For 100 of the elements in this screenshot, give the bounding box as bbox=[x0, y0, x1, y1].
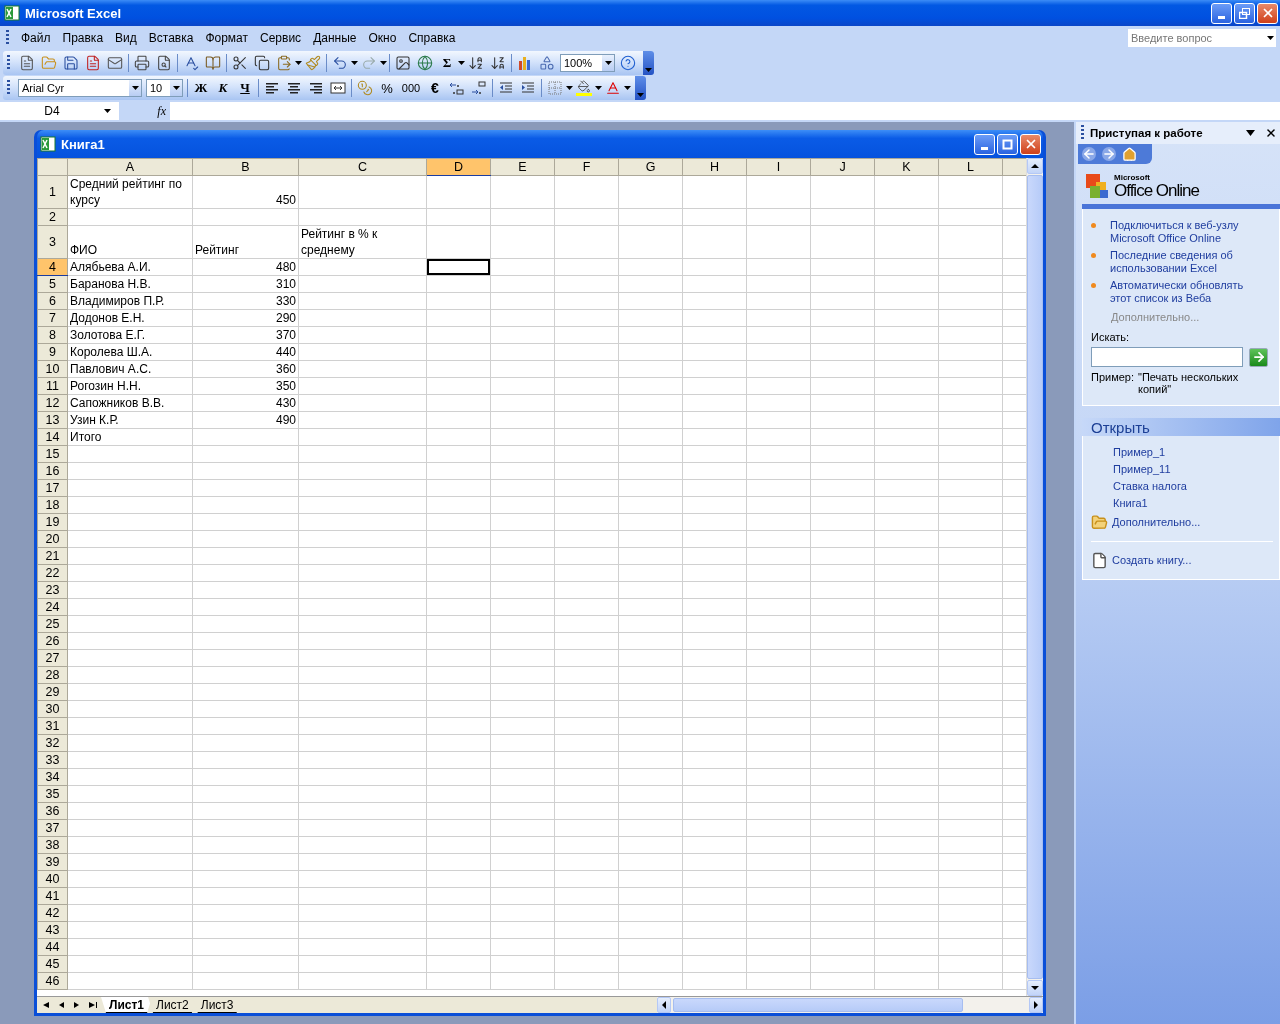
column-header[interactable]: L bbox=[938, 158, 1003, 176]
file-link[interactable]: Пример_11 bbox=[1113, 463, 1263, 476]
table-cell: Рейтинг bbox=[192, 225, 299, 259]
forward-icon[interactable] bbox=[1102, 147, 1116, 161]
bullet-icon bbox=[1091, 253, 1096, 258]
column-header[interactable]: A bbox=[67, 158, 193, 176]
euro-button[interactable]: € bbox=[424, 77, 446, 99]
bullet-icon bbox=[1091, 283, 1096, 288]
autosum-button[interactable]: Σ bbox=[436, 52, 458, 74]
printer-icon bbox=[134, 55, 150, 71]
menu-item[interactable]: Правка bbox=[56, 29, 110, 47]
example-text: "Печать нескольких копий" bbox=[1138, 371, 1240, 395]
row-header[interactable]: 3 bbox=[37, 225, 68, 259]
scroll-right-button[interactable] bbox=[1029, 997, 1043, 1013]
column-header[interactable]: G bbox=[618, 158, 683, 176]
menu-item[interactable]: Вид bbox=[109, 29, 143, 47]
font-combo[interactable]: Arial Cyr bbox=[18, 79, 142, 97]
table-cell: 360 bbox=[192, 360, 299, 378]
redo-icon bbox=[361, 55, 377, 71]
close-button[interactable] bbox=[1020, 133, 1041, 155]
help-field[interactable]: Введите вопрос bbox=[1128, 29, 1264, 47]
task-pane-title: Приступая к работе bbox=[1090, 127, 1204, 139]
home-icon[interactable] bbox=[1122, 146, 1137, 162]
column-header[interactable]: F bbox=[554, 158, 619, 176]
caret-icon bbox=[351, 61, 358, 65]
horizontal-scrollbar[interactable] bbox=[657, 997, 1043, 1013]
italic-button[interactable]: К bbox=[212, 77, 234, 99]
table-cell: 350 bbox=[192, 377, 299, 395]
table-cell: 290 bbox=[192, 309, 299, 327]
file-link[interactable]: Пример_1 bbox=[1113, 446, 1263, 459]
file-link[interactable]: Книга1 bbox=[1113, 497, 1263, 510]
search-field[interactable] bbox=[1091, 347, 1243, 367]
link[interactable]: Автоматически обновлять этот список из Веба bbox=[1110, 279, 1260, 305]
globe-icon bbox=[417, 55, 433, 71]
dropdown-button[interactable] bbox=[1264, 29, 1276, 47]
table-cell: Рейтинг в % к среднему bbox=[298, 225, 427, 259]
scroll-down-button[interactable] bbox=[1027, 980, 1043, 996]
scroll-left-button[interactable] bbox=[657, 997, 671, 1013]
restore-button[interactable] bbox=[1234, 2, 1255, 24]
table-cell: Итого bbox=[67, 428, 193, 446]
zoom-combo[interactable]: 100% bbox=[560, 54, 615, 72]
column-header[interactable]: C bbox=[298, 158, 427, 176]
menu-item[interactable]: Справка bbox=[402, 29, 462, 47]
table-cell: Средний рейтинг по курсу bbox=[67, 175, 193, 209]
toolbar-options-button[interactable] bbox=[643, 51, 654, 75]
arrow-icon bbox=[41, 1001, 49, 1009]
bold-button[interactable]: Ж bbox=[190, 77, 212, 99]
link[interactable]: Подключиться к веб-узлу Microsoft Office Online bbox=[1110, 219, 1260, 245]
menu-item[interactable]: Окно bbox=[362, 29, 403, 47]
thousands-button[interactable]: 000 bbox=[398, 77, 424, 99]
table-cell: 330 bbox=[192, 292, 299, 310]
column-header[interactable]: K bbox=[874, 158, 939, 176]
more-link[interactable]: Дополнительно... bbox=[1112, 516, 1262, 529]
envelope-icon bbox=[107, 55, 123, 71]
file-link[interactable]: Ставка налога bbox=[1113, 480, 1263, 493]
minimize-button[interactable] bbox=[974, 133, 995, 155]
font-size-combo[interactable]: 10 bbox=[146, 79, 183, 97]
borders-icon bbox=[547, 80, 563, 96]
underline-button[interactable]: Ч bbox=[234, 77, 256, 99]
restore-icon bbox=[1239, 7, 1250, 19]
minimize-button[interactable] bbox=[1211, 2, 1232, 24]
table-cell: Додонов Е.Н. bbox=[67, 309, 193, 327]
image-icon bbox=[395, 55, 411, 71]
arrow-icon bbox=[1031, 984, 1039, 992]
insert-function-button[interactable]: fx bbox=[120, 102, 170, 120]
column-header[interactable]: I bbox=[746, 158, 811, 176]
example-label: Пример: bbox=[1091, 371, 1135, 385]
create-link[interactable]: Создать книгу... bbox=[1112, 554, 1262, 567]
caret-icon bbox=[104, 109, 111, 113]
row-header[interactable]: 1 bbox=[37, 175, 68, 209]
column-header[interactable]: J bbox=[810, 158, 875, 176]
maximize-button[interactable] bbox=[997, 133, 1018, 155]
window-title: Microsoft Excel bbox=[25, 5, 123, 21]
caret-icon bbox=[645, 68, 652, 72]
table-cell: 440 bbox=[192, 343, 299, 361]
fill-color-button[interactable] bbox=[573, 77, 595, 99]
page-icon bbox=[1091, 552, 1108, 569]
active-cell[interactable] bbox=[426, 258, 491, 276]
page-icon bbox=[85, 55, 101, 71]
column-header[interactable]: D bbox=[426, 158, 491, 176]
link[interactable]: Последние сведения об использовании Excel bbox=[1110, 249, 1260, 275]
menu-item[interactable]: Формат bbox=[199, 29, 255, 47]
menu-item[interactable]: Сервис bbox=[254, 29, 308, 47]
close-icon[interactable] bbox=[1265, 127, 1277, 139]
back-icon[interactable] bbox=[1082, 147, 1096, 161]
scroll-up-button[interactable] bbox=[1027, 158, 1043, 174]
go-button[interactable] bbox=[1249, 347, 1268, 367]
clipboard-icon bbox=[276, 55, 292, 71]
column-header[interactable]: H bbox=[682, 158, 747, 176]
menu-item[interactable]: Данные bbox=[307, 29, 363, 47]
percent-button[interactable]: % bbox=[376, 77, 398, 99]
toolbar-options-button[interactable] bbox=[635, 76, 646, 100]
menu-item[interactable]: Файл bbox=[15, 29, 57, 47]
column-header[interactable]: B bbox=[192, 158, 299, 176]
dropdown-icon[interactable] bbox=[1246, 130, 1255, 136]
close-button[interactable] bbox=[1257, 2, 1278, 24]
column-header[interactable]: E bbox=[490, 158, 555, 176]
bar-chart-icon bbox=[517, 55, 533, 71]
menu-item[interactable]: Вставка bbox=[142, 29, 200, 47]
scroll-thumb[interactable] bbox=[673, 998, 963, 1012]
